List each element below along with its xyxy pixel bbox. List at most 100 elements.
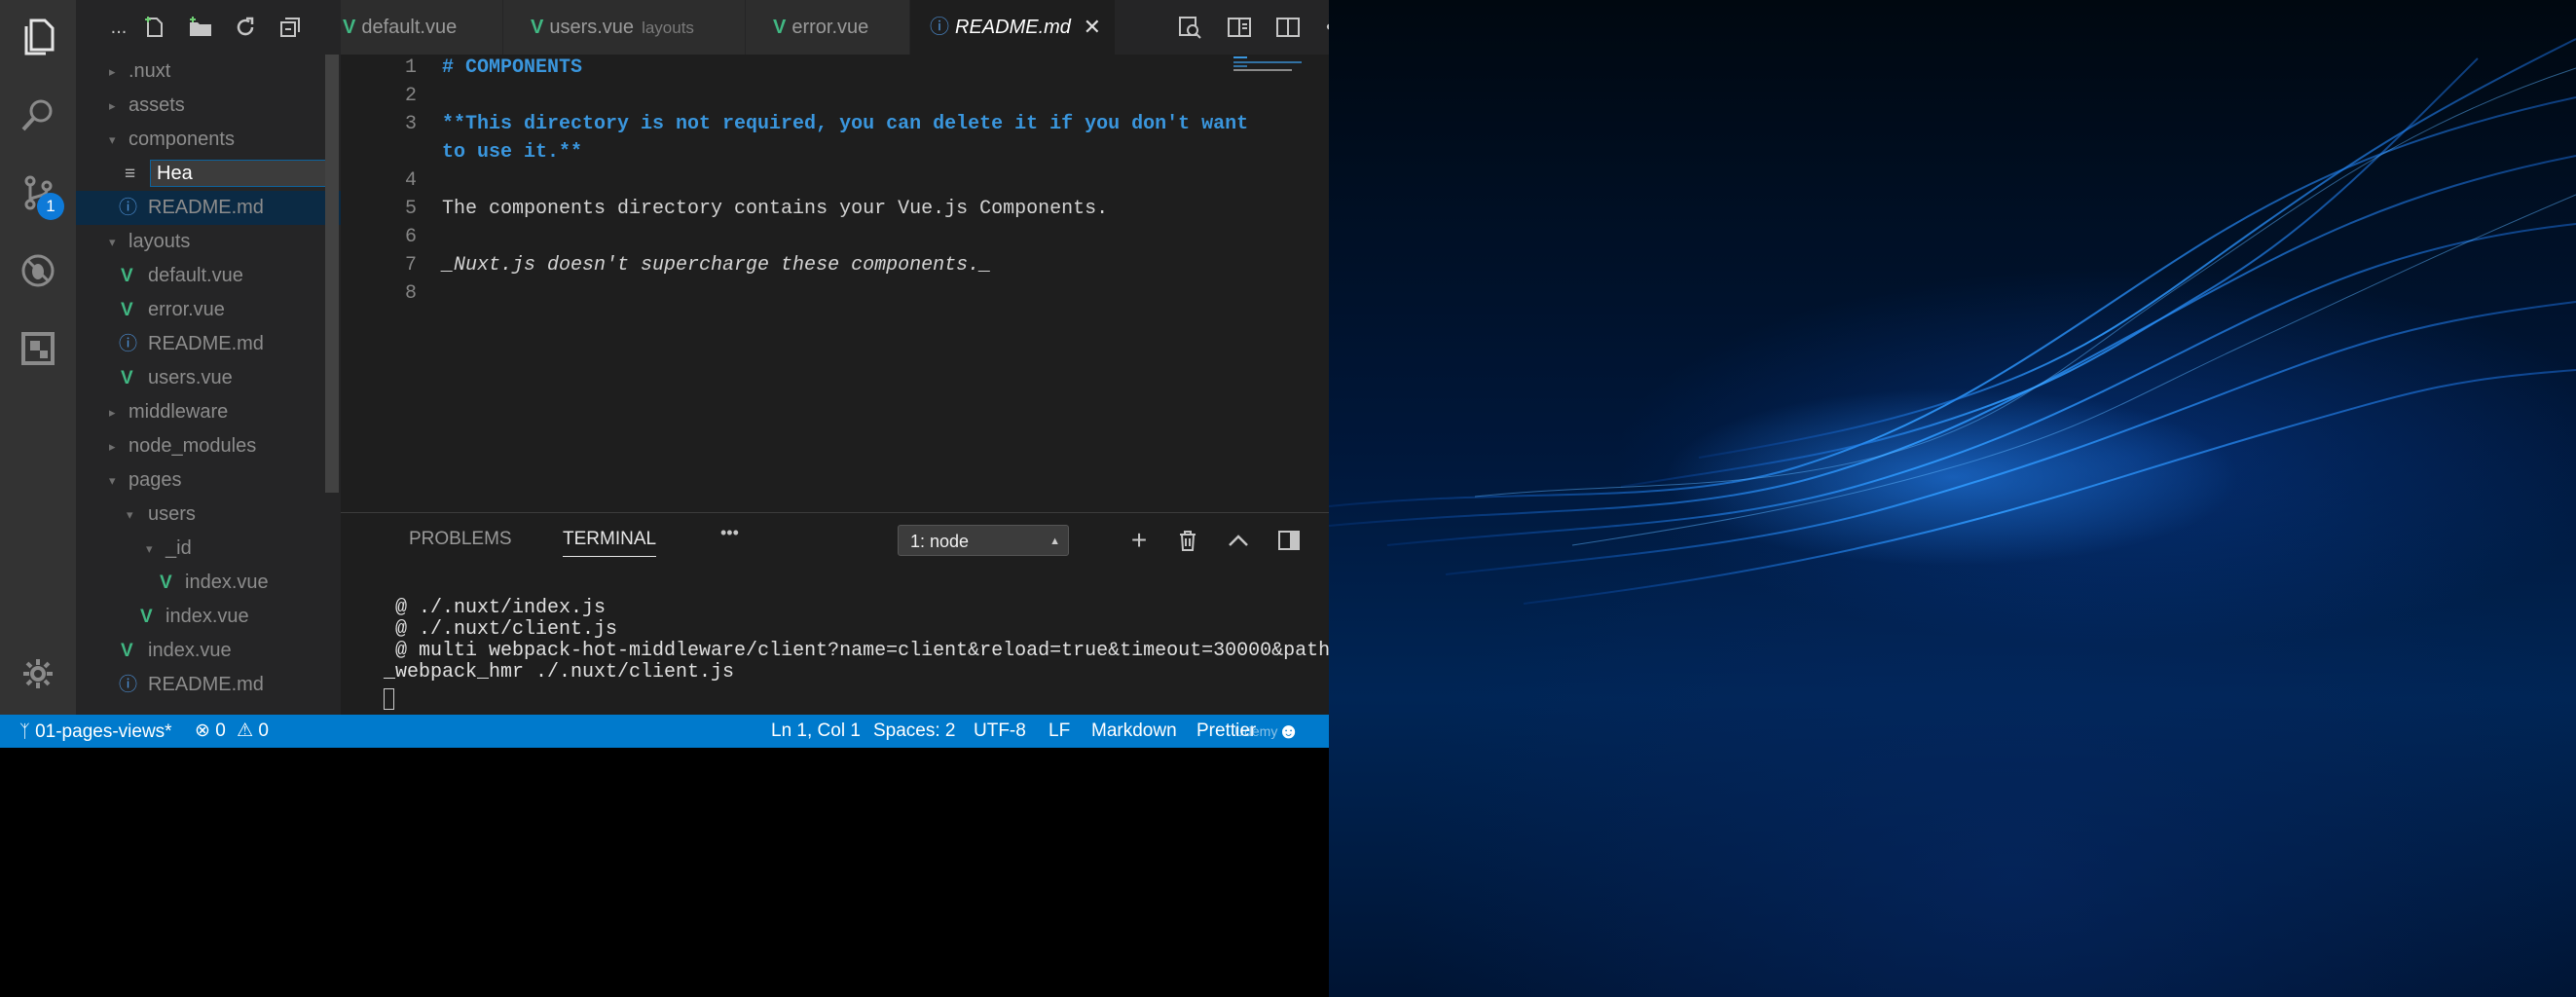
- settings-gear-icon[interactable]: [18, 654, 57, 693]
- terminal-line: _webpack_hmr ./.nuxt/client.js: [384, 661, 735, 683]
- eol-status[interactable]: LF: [1049, 715, 1070, 748]
- vue-icon: V: [343, 17, 356, 38]
- tree-folder-nuxt[interactable]: ▸ .nuxt: [76, 55, 341, 89]
- tab-problems[interactable]: PROBLEMS: [409, 529, 512, 550]
- indentation-status[interactable]: Spaces: 2: [873, 715, 956, 748]
- code-line: to use it.**: [442, 141, 583, 164]
- encoding-status[interactable]: UTF-8: [974, 715, 1026, 748]
- tree-file-pages-index-vue[interactable]: V index.vue: [76, 634, 341, 668]
- tree-file-id-index-vue[interactable]: V index.vue: [76, 566, 341, 600]
- tree-folder-components[interactable]: ▾ components: [76, 123, 341, 157]
- vue-icon: V: [140, 607, 153, 627]
- maximize-panel-icon[interactable]: [1223, 525, 1254, 556]
- vue-icon: V: [121, 641, 133, 661]
- tree-file-default-vue[interactable]: V default.vue: [76, 259, 341, 293]
- open-preview-icon[interactable]: [1225, 13, 1254, 42]
- tree-file-error-vue[interactable]: V error.vue: [76, 293, 341, 327]
- kill-terminal-icon[interactable]: [1172, 525, 1203, 556]
- branch-status[interactable]: ᛉ 01-pages-views*: [19, 715, 172, 748]
- tree-folder-node-modules[interactable]: ▸ node_modules: [76, 429, 341, 463]
- chevron-down-icon: ▾: [146, 541, 153, 556]
- line-number: 1: [404, 56, 417, 79]
- collapse-all-icon[interactable]: [276, 14, 304, 41]
- code-editor[interactable]: 1 # COMPONENTS 2 3 **This directory is n…: [341, 55, 1329, 512]
- tree-new-file-row: ≡: [76, 157, 341, 191]
- more-actions-button[interactable]: ...: [105, 14, 132, 41]
- code-line: _Nuxt.js doesn't supercharge these compo…: [442, 254, 992, 277]
- tree-folder-assets[interactable]: ▸ assets: [76, 89, 341, 123]
- chevron-down-icon: ▾: [109, 235, 116, 249]
- tree-file-readme-layouts[interactable]: ⓘ README.md: [76, 327, 341, 361]
- line-number: 4: [404, 169, 417, 192]
- chevron-right-icon: ▸: [109, 405, 116, 420]
- terminal-line: @ multi webpack-hot-middleware/client?na…: [384, 640, 1329, 662]
- tab-users-vue[interactable]: Vusers.vue layouts: [503, 0, 746, 55]
- info-icon: ⓘ: [119, 675, 138, 695]
- code-line: # COMPONENTS: [442, 56, 583, 79]
- minimap[interactable]: [1232, 55, 1309, 74]
- editor-tab-bar: Vdefault.vue Vusers.vue layouts Verror.vu…: [341, 0, 1329, 55]
- tab-default-vue[interactable]: Vdefault.vue: [341, 0, 503, 55]
- vscode-window: 1 ... ▸ .nuxt ▸ assets ▾ components ≡ He…: [0, 0, 1329, 748]
- debug-icon[interactable]: [18, 251, 57, 290]
- terminal-line: @ ./.nuxt/index.js: [384, 597, 607, 619]
- info-icon: ⓘ: [119, 198, 138, 218]
- search-icon[interactable]: [18, 95, 57, 134]
- file-lines-icon: ≡: [125, 164, 136, 184]
- tab-terminal[interactable]: TERMINAL: [563, 529, 657, 557]
- new-file-icon[interactable]: [140, 14, 167, 41]
- cursor-position-status[interactable]: Ln 1, Col 1: [771, 715, 861, 748]
- new-folder-icon[interactable]: [187, 14, 214, 41]
- terminal-select[interactable]: 1: node ▲: [898, 525, 1069, 556]
- new-file-name-input[interactable]: [150, 160, 337, 187]
- info-icon: ⓘ: [930, 17, 949, 38]
- tree-file-users-index-vue[interactable]: V index.vue: [76, 600, 341, 634]
- vue-icon: V: [121, 300, 133, 320]
- tree-folder-id[interactable]: ▾ _id: [76, 532, 341, 566]
- vue-icon: V: [121, 368, 133, 388]
- chevron-down-icon: ▾: [109, 473, 116, 488]
- explorer-icon[interactable]: [18, 18, 57, 56]
- sidebar-scrollbar[interactable]: [325, 55, 339, 493]
- tab-readme-md[interactable]: ⓘ README.md ✕: [910, 0, 1116, 55]
- chevron-down-icon: ▾: [127, 507, 133, 522]
- explorer-sidebar: ... ▸ .nuxt ▸ assets ▾ components ≡ Hea …: [76, 0, 341, 715]
- tree-file-readme-pages[interactable]: ⓘ README.md: [76, 668, 341, 702]
- terminal-line: @ ./.nuxt/client.js: [384, 618, 618, 641]
- close-tab-icon[interactable]: ✕: [1084, 0, 1101, 55]
- chevron-down-icon: ▾: [109, 132, 116, 147]
- tree-file-readme-components[interactable]: ⓘ README.md: [76, 191, 341, 225]
- chevron-right-icon: ▸: [109, 439, 116, 454]
- bottom-panel: PROBLEMS TERMINAL ••• 1: node ▲ + ✕ @ ./…: [341, 512, 1329, 716]
- code-line: **This directory is not required, you ca…: [442, 113, 1249, 135]
- tree-folder-middleware[interactable]: ▸ middleware: [76, 395, 341, 429]
- vue-icon: V: [121, 266, 133, 286]
- activity-bar: 1: [0, 0, 76, 715]
- panel-more-icon[interactable]: •••: [720, 523, 739, 543]
- toggle-panel-position-icon[interactable]: [1273, 525, 1305, 556]
- line-number: 3: [404, 113, 417, 135]
- vue-icon: V: [773, 17, 787, 38]
- language-status[interactable]: Markdown: [1091, 715, 1177, 748]
- more-actions-icon[interactable]: •••: [1324, 13, 1329, 42]
- extensions-icon[interactable]: [18, 329, 57, 368]
- refresh-icon[interactable]: [232, 14, 259, 41]
- chevron-right-icon: ▸: [109, 64, 116, 79]
- line-number: 8: [404, 282, 417, 305]
- line-number: 6: [404, 226, 417, 248]
- warning-icon: ⚠: [237, 720, 254, 741]
- tree-file-users-vue[interactable]: V users.vue: [76, 361, 341, 395]
- open-changes-icon[interactable]: [1175, 13, 1204, 42]
- desktop-wallpaper: [1329, 0, 2576, 997]
- tree-folder-users[interactable]: ▾ users: [76, 498, 341, 532]
- tab-error-vue[interactable]: Verror.vue: [746, 0, 910, 55]
- vue-icon: V: [160, 572, 172, 593]
- close-panel-icon[interactable]: ✕: [1324, 525, 1329, 556]
- new-terminal-icon[interactable]: +: [1123, 525, 1155, 556]
- tree-folder-layouts[interactable]: ▾ layouts: [76, 225, 341, 259]
- vue-icon: V: [531, 17, 544, 38]
- info-icon: ⓘ: [119, 334, 138, 354]
- split-editor-icon[interactable]: [1273, 13, 1303, 42]
- tree-folder-pages[interactable]: ▾ pages: [76, 463, 341, 498]
- problems-status[interactable]: ⊗ 0 ⚠ 0: [195, 715, 269, 748]
